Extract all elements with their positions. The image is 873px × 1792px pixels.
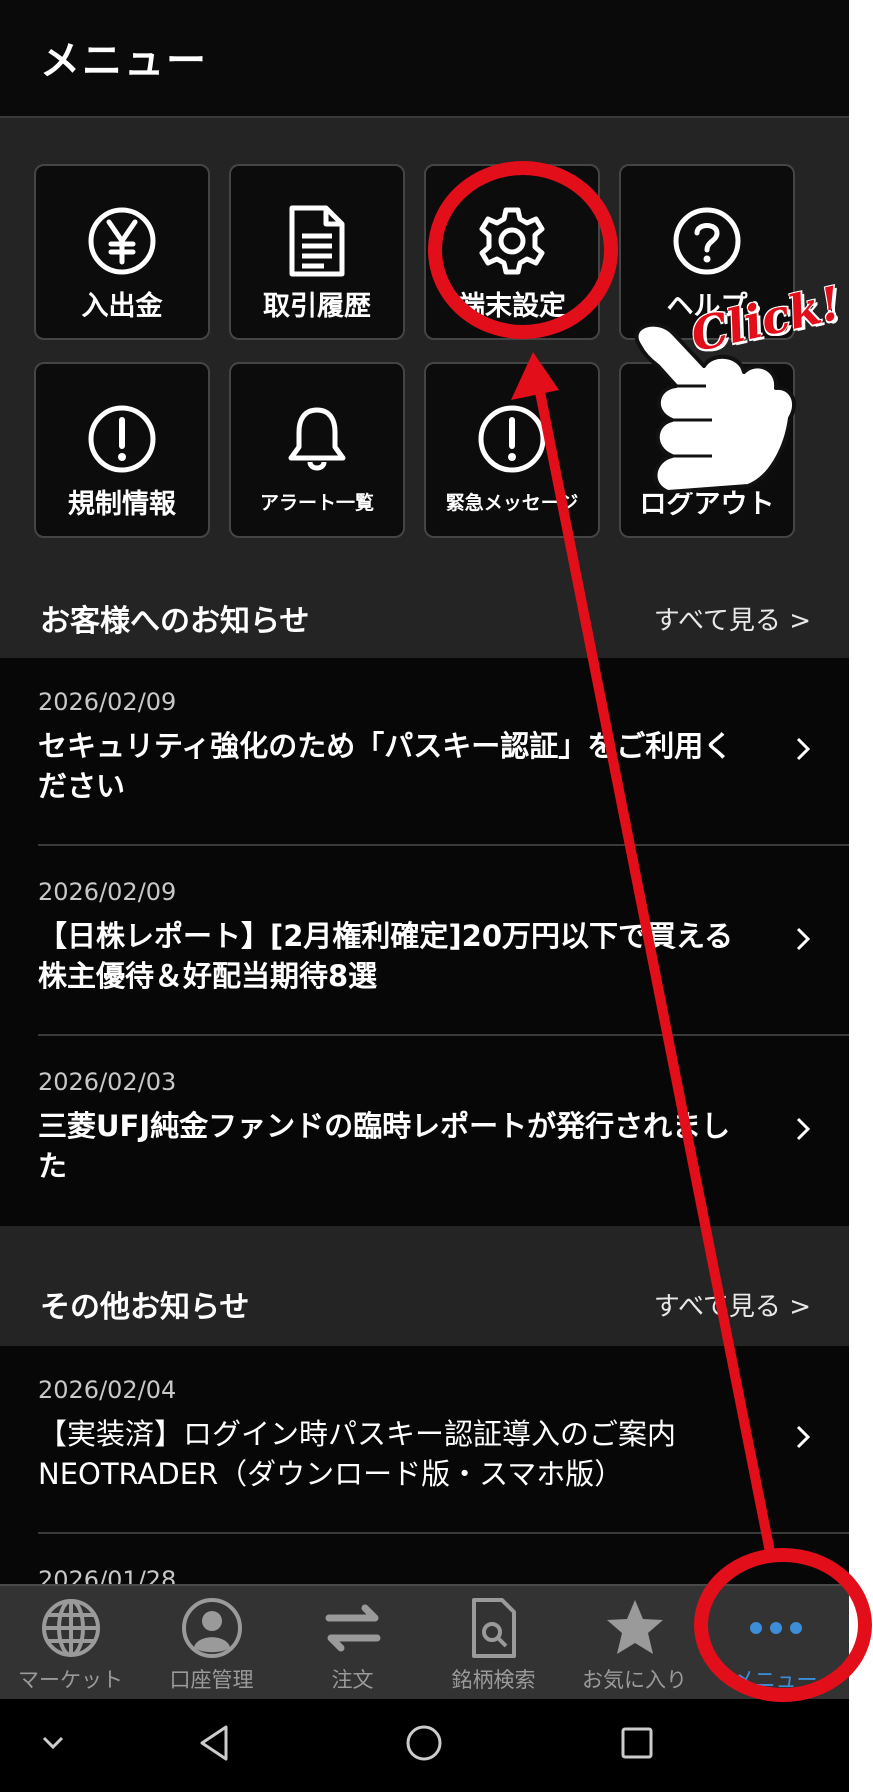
chevron-right-icon <box>796 927 811 951</box>
news-date: 2026/02/09 <box>38 688 177 716</box>
list-item[interactable]: 2026/02/09 セキュリティ強化のため「パスキー認証」をご利用ください <box>0 658 849 846</box>
swap-arrows-icon <box>282 1596 423 1660</box>
divider <box>38 1532 849 1534</box>
tile-emergency-message[interactable]: 緊急メッセージ <box>424 362 600 538</box>
yen-icon <box>36 204 208 278</box>
home-icon[interactable] <box>404 1723 444 1763</box>
tile-label: ログアウト <box>639 489 775 520</box>
nav-label: お気に入り <box>582 1668 687 1692</box>
logout-icon <box>621 402 793 476</box>
chevron-right-icon <box>796 1425 811 1449</box>
nav-market[interactable]: マーケット <box>0 1586 141 1701</box>
divider <box>38 844 849 846</box>
nav-menu[interactable]: メニュー <box>705 1586 846 1701</box>
chevron-down-icon[interactable] <box>40 1733 66 1753</box>
other-notices-list: 2026/02/04 【実装済】ログイン時パスキー認証導入のご案内 NEOTRA… <box>0 1346 849 1594</box>
tile-alert-list[interactable]: アラート一覧 <box>229 362 405 538</box>
chevron-right-icon <box>796 1117 811 1141</box>
system-navigation-bar <box>0 1699 849 1792</box>
news-date: 2026/02/04 <box>38 1376 177 1404</box>
nav-label: マーケット <box>18 1668 123 1692</box>
bell-icon <box>231 402 403 476</box>
customer-notices-list: 2026/02/09 セキュリティ強化のため「パスキー認証」をご利用ください 2… <box>0 658 849 1226</box>
tile-label: 入出金 <box>81 291 163 322</box>
star-icon <box>564 1596 705 1660</box>
app-screen: メニュー 入出金 取引履歴 端末設定 ヘルプ 規制情報 アラート一覧 緊急メッセ… <box>0 0 849 1792</box>
more-dots-icon <box>705 1596 846 1660</box>
tile-label: 端末設定 <box>458 291 566 322</box>
see-all-link[interactable]: すべて見る > <box>654 600 811 637</box>
divider <box>38 1034 849 1036</box>
list-item[interactable]: 2026/02/04 【実装済】ログイン時パスキー認証導入のご案内 NEOTRA… <box>0 1346 849 1534</box>
news-title: 三菱UFJ純金ファンドの臨時レポートが発行されました <box>38 1109 731 1183</box>
help-icon <box>621 204 793 278</box>
tile-regulation-info[interactable]: 規制情報 <box>34 362 210 538</box>
nav-label: 銘柄検索 <box>451 1668 536 1692</box>
nav-account[interactable]: 口座管理 <box>141 1586 282 1701</box>
tile-label: 規制情報 <box>68 489 176 520</box>
list-item[interactable]: 2026/02/09 【日株レポート】[2月権利確定]20万円以下で買える株主優… <box>0 848 849 1036</box>
tile-trade-history[interactable]: 取引履歴 <box>229 164 405 340</box>
news-date: 2026/02/09 <box>38 878 177 906</box>
gear-icon <box>426 204 598 278</box>
news-date: 2026/02/03 <box>38 1068 177 1096</box>
recent-apps-icon[interactable] <box>619 1725 655 1761</box>
globe-icon <box>0 1596 141 1660</box>
news-title: 【実装済】ログイン時パスキー認証導入のご案内 NEOTRADER（ダウンロード版… <box>38 1417 677 1491</box>
bottom-navigation: マーケット 口座管理 注文 銘柄検索 お気に入り メニュー <box>0 1584 849 1699</box>
see-all-link[interactable]: すべて見る > <box>654 1286 811 1323</box>
nav-label: 口座管理 <box>169 1668 254 1692</box>
back-icon[interactable] <box>196 1723 232 1763</box>
exclamation-icon <box>36 402 208 476</box>
document-icon <box>231 204 403 278</box>
other-notices-header: その他お知らせ すべて見る > <box>0 1264 849 1340</box>
nav-stock-search[interactable]: 銘柄検索 <box>423 1586 564 1701</box>
tile-label: 緊急メッセージ <box>445 492 579 514</box>
news-title: セキュリティ強化のため「パスキー認証」をご利用ください <box>38 729 733 803</box>
account-icon <box>141 1596 282 1660</box>
tile-device-settings[interactable]: 端末設定 <box>424 164 600 340</box>
nav-label: メニュー <box>733 1668 818 1692</box>
nav-order[interactable]: 注文 <box>282 1586 423 1701</box>
search-document-icon <box>423 1596 564 1660</box>
customer-notices-header: お客様へのお知らせ すべて見る > <box>0 578 849 654</box>
chevron-right-icon <box>796 737 811 761</box>
section-title: お客様へのお知らせ <box>40 604 310 639</box>
tile-deposit-withdrawal[interactable]: 入出金 <box>34 164 210 340</box>
news-title: 【日株レポート】[2月権利確定]20万円以下で買える株主優待＆好配当期待8選 <box>38 919 734 993</box>
page-title: メニュー <box>40 38 208 84</box>
tile-label: 取引履歴 <box>263 291 371 322</box>
nav-label: 注文 <box>331 1668 374 1692</box>
top-bar: メニュー <box>0 0 849 118</box>
tile-label: アラート一覧 <box>259 492 374 514</box>
exclamation-icon <box>426 402 598 476</box>
nav-favorites[interactable]: お気に入り <box>564 1586 705 1701</box>
list-item[interactable]: 2026/02/03 三菱UFJ純金ファンドの臨時レポートが発行されました <box>0 1038 849 1226</box>
section-title: その他お知らせ <box>40 1290 250 1325</box>
tile-logout[interactable]: ログアウト <box>619 362 795 538</box>
